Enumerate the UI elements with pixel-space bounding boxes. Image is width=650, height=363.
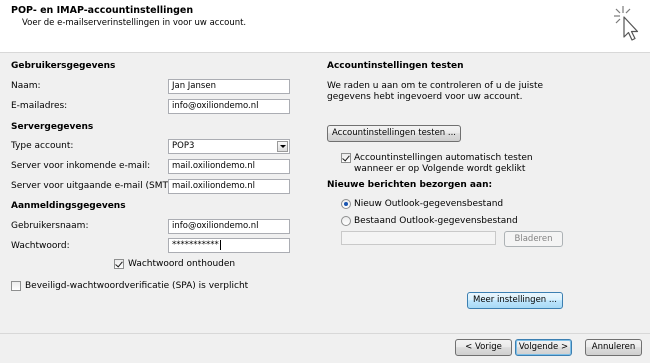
cursor-sparkle-icon	[614, 6, 639, 41]
test-settings-heading: Accountinstellingen testen	[327, 61, 464, 71]
test-account-button[interactable]: Accountinstellingen testen ...	[327, 125, 461, 142]
chevron-down-icon[interactable]	[277, 141, 288, 152]
existing-datafile-radio[interactable]	[341, 216, 351, 226]
server-details-heading: Servergegevens	[11, 122, 94, 132]
account-type-value: POP3	[172, 141, 195, 151]
browse-button[interactable]: Bladeren	[504, 231, 563, 247]
existing-datafile-path-input[interactable]	[341, 231, 496, 245]
outgoing-server-input[interactable]: mail.oxiliondemo.nl	[168, 179, 290, 194]
account-type-label: Type account:	[11, 141, 74, 151]
email-input[interactable]: info@oxiliondemo.nl	[168, 99, 290, 114]
page-title: POP- en IMAP-accountinstellingen	[11, 5, 194, 16]
email-label: E-mailadres:	[11, 101, 68, 111]
incoming-server-input[interactable]: mail.oxiliondemo.nl	[168, 159, 290, 174]
remember-password-checkbox[interactable]	[114, 259, 124, 269]
spa-label: Beveiligd-wachtwoordverificatie (SPA) is…	[25, 281, 249, 291]
test-description-line2: gegevens hebt ingevoerd voor uw account.	[327, 92, 523, 102]
test-description-line1: We raden u aan om te controleren of u de…	[327, 81, 544, 91]
password-input[interactable]: ***********	[168, 238, 290, 253]
new-datafile-radio[interactable]	[341, 199, 351, 209]
password-label: Wachtwoord:	[11, 241, 70, 251]
auto-test-label-line2: wanneer er op Volgende wordt geklikt	[354, 164, 526, 174]
user-details-heading: Gebruikersgegevens	[11, 61, 116, 71]
deliver-messages-heading: Nieuwe berichten bezorgen aan:	[327, 180, 493, 190]
cancel-button[interactable]: Annuleren	[585, 339, 642, 356]
text-caret	[219, 239, 221, 250]
next-button[interactable]: Volgende >	[515, 339, 572, 356]
back-button[interactable]: < Vorige	[455, 339, 512, 356]
auto-test-label-line1: Accountinstellingen automatisch testen	[354, 153, 533, 163]
name-label: Naam:	[11, 81, 41, 91]
login-details-heading: Aanmeldingsgegevens	[11, 201, 126, 211]
page-subtitle: Voer de e-mailserverinstellingen in voor…	[22, 18, 247, 28]
name-input[interactable]: Jan Jansen	[168, 79, 290, 94]
auto-test-checkbox[interactable]	[341, 153, 351, 163]
footer-divider	[0, 333, 650, 334]
remember-password-label: Wachtwoord onthouden	[128, 259, 236, 269]
spa-checkbox[interactable]	[11, 281, 21, 291]
username-input[interactable]: info@oxiliondemo.nl	[168, 219, 290, 234]
existing-datafile-label: Bestaand Outlook-gegevensbestand	[354, 216, 518, 226]
more-settings-button[interactable]: Meer instellingen ...	[467, 292, 563, 309]
username-label: Gebruikersnaam:	[11, 221, 89, 231]
password-mask: ***********	[172, 240, 219, 250]
account-type-select[interactable]: POP3	[168, 139, 290, 154]
incoming-server-label: Server voor inkomende e-mail:	[11, 161, 151, 171]
wizard-header: POP- en IMAP-accountinstellingen Voer de…	[0, 0, 650, 53]
outgoing-server-label: Server voor uitgaande e-mail (SMTP):	[11, 181, 180, 191]
new-datafile-label: Nieuw Outlook-gegevensbestand	[354, 199, 504, 209]
